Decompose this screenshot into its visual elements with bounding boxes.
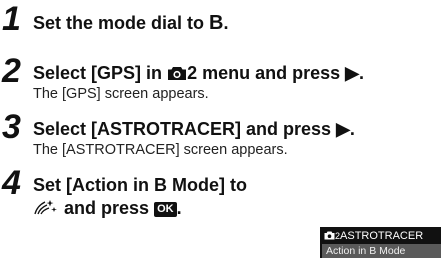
step-text: and press bbox=[64, 198, 150, 218]
right-arrow-icon: ▶ bbox=[345, 63, 359, 83]
step-heading: Select [ASTROTRACER] and press ▶. bbox=[33, 118, 355, 140]
step-heading: Set the mode dial to B. bbox=[33, 12, 229, 34]
period: . bbox=[359, 63, 365, 83]
step-text: Select [GPS] in bbox=[33, 63, 163, 83]
screen-title-text: ASTROTRACER bbox=[340, 230, 424, 242]
right-arrow-icon: ▶ bbox=[336, 119, 350, 139]
step-number: 1 bbox=[2, 0, 21, 38]
menu-row-action-in-b-mode[interactable]: Action in B Mode bbox=[322, 244, 441, 258]
period: . bbox=[349, 119, 355, 139]
step-text: Select [ASTROTRACER] and press bbox=[33, 119, 332, 139]
step-number: 2 bbox=[2, 52, 21, 90]
step-number: 3 bbox=[2, 108, 21, 146]
step-note: The [GPS] screen appears. bbox=[33, 86, 209, 102]
mode-b-symbol: B bbox=[209, 12, 224, 34]
period: . bbox=[223, 13, 229, 33]
step-text: Set the mode dial to bbox=[33, 13, 205, 33]
ok-button-icon: OK bbox=[154, 202, 177, 217]
camera-screen-preview: 2ASTROTRACER Action in B Mode bbox=[320, 227, 441, 258]
step-note: The [ASTROTRACER] screen appears. bbox=[33, 142, 288, 158]
step-heading-line-1: Set [Action in B Mode] to bbox=[33, 175, 247, 195]
step-heading-line-2: and press OK. bbox=[33, 197, 182, 219]
step-text-2: menu and press bbox=[202, 63, 341, 83]
step-heading: Select [GPS] in 2 menu and press ▶. bbox=[33, 62, 364, 84]
camera-menu-icon bbox=[168, 67, 187, 80]
step-number: 4 bbox=[2, 164, 21, 202]
menu-number: 2 bbox=[187, 63, 198, 83]
screen-title: 2ASTROTRACER bbox=[324, 230, 423, 243]
astrotracer-icon bbox=[34, 200, 57, 215]
period: . bbox=[176, 198, 182, 218]
camera-menu-icon bbox=[324, 231, 335, 240]
